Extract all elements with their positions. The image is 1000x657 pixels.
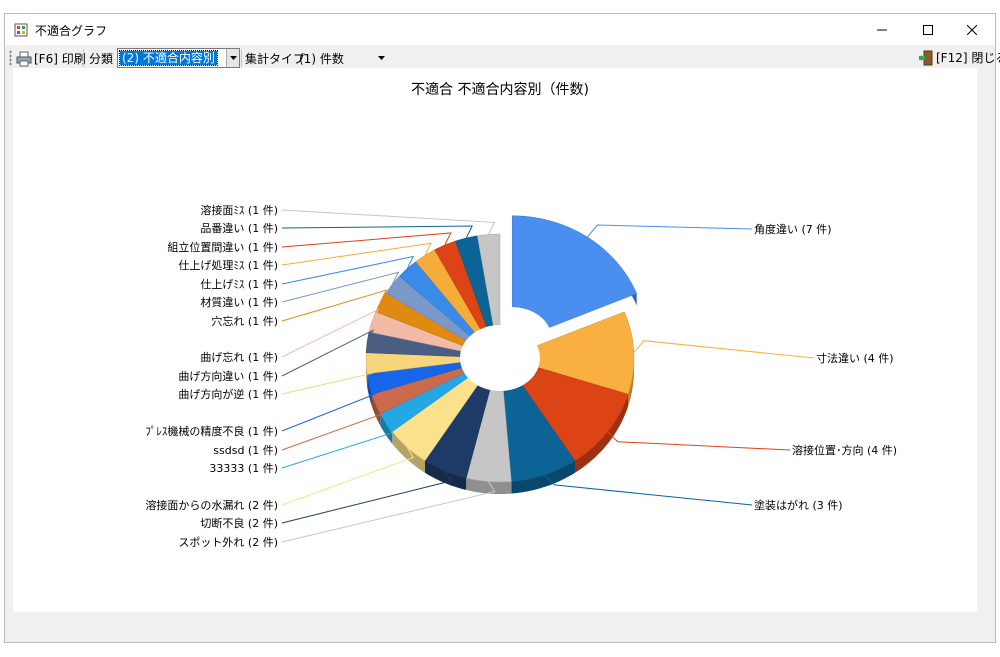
slice-label: 組立位置間違い (1 件) [167,240,278,254]
slice-label: 角度違い (7 件) [754,222,832,236]
slice-label: 曲げ方向が逆 (1 件) [178,387,278,401]
pie-slice[interactable] [512,215,637,328]
leader-line [281,242,432,266]
pie-chart: 角度違い (7 件) 寸法違い (4 件) 溶接位置･方向 (4 件) 塗装はがれ (… [145,203,897,549]
leader-line [281,255,415,285]
slice-label: スポット外れ (2 件) [178,536,278,549]
leader-line [544,474,753,506]
slice-label: 寸法違い (4 件) [816,351,894,365]
leader-line [281,363,373,395]
leader-line [281,209,496,235]
leader-line [281,289,388,322]
leader-line [281,225,474,239]
slice-label: 品番違い (1 件) [200,222,278,235]
slice-label: 溶接面ﾐｽ (1 件) [200,203,278,217]
slice-label: 溶接面からの水漏れ (2 件) [145,498,278,512]
slice-label: 33333 (1 件) [209,462,278,475]
leader-line [281,481,496,543]
slice-label: 塗装はがれ (3 件) [754,498,843,512]
leader-line [633,340,815,359]
leader-line [281,232,452,248]
leader-line [281,329,375,377]
slice-label: 仕上げﾐｽ (1 件) [200,278,278,291]
slice-label: 仕上げ処理ﾐｽ (1 件) [178,259,278,272]
leader-line [281,447,415,506]
slice-label: ssdsd (1 件) [213,444,278,457]
leader-line [281,470,452,524]
slice-label: ﾌﾟﾚｽ機械の精度不良 (1 件) [145,424,278,438]
slice-label: 曲げ忘れ (1 件) [200,350,278,364]
slice-label: 切断不良 (2 件) [200,516,278,530]
slice-label: 穴忘れ (1 件) [211,314,278,328]
doughnut-hole [460,325,540,391]
leader-line [587,224,753,238]
leader-line [607,431,791,451]
slice-label: 曲げ方向違い (1 件) [178,369,278,383]
slice-label: 材質違い (1 件) [200,295,278,309]
leader-line [281,271,400,303]
slice-label: 溶接位置･方向 (4 件) [792,443,897,457]
